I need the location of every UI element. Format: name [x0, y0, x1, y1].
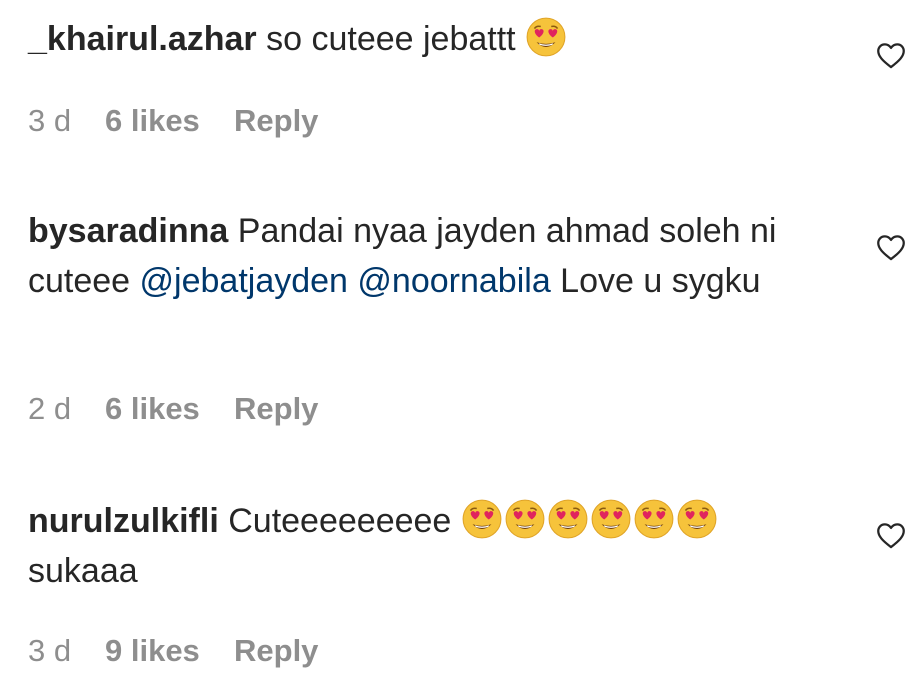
heart-eyes-emoji-icon: [547, 498, 589, 540]
comment-username[interactable]: nurulzulkifli: [28, 502, 219, 540]
comment-item: nurulzulkifli Cuteeeeeeeee sukaaa 3 d 9 …: [28, 496, 905, 668]
mention-link[interactable]: @jebatjayden: [140, 262, 348, 300]
comment-likes-count[interactable]: 6 likes: [105, 391, 234, 427]
heart-eyes-emoji-icon: [461, 498, 503, 540]
comment-age: 3 d: [28, 633, 72, 668]
comment-meta: 2 d 6 likes Reply: [28, 384, 318, 434]
comment-item: bysaradinna Pandai nyaa jayden ahmad sol…: [28, 206, 905, 426]
comment-body-tail: sukaaa: [28, 552, 138, 590]
emoji-group: [451, 499, 718, 540]
comment-text: bysaradinna Pandai nyaa jayden ahmad sol…: [28, 206, 788, 306]
emoji-group: [516, 17, 568, 58]
comment-age: 3 d: [28, 103, 72, 138]
comments-list: _khairul.azhar so cuteee jebattt 3 d 6 l…: [0, 0, 914, 684]
comment-age: 2 d: [28, 391, 72, 426]
comment-likes-count[interactable]: 6 likes: [105, 103, 234, 139]
comment-body: Cuteeeeeeeee: [228, 502, 452, 540]
heart-eyes-emoji-icon: [676, 498, 718, 540]
comment-username[interactable]: bysaradinna: [28, 212, 228, 250]
heart-eyes-emoji-icon: [525, 16, 567, 58]
comment-username[interactable]: _khairul.azhar: [28, 20, 257, 58]
reply-button[interactable]: Reply: [234, 633, 318, 669]
like-heart-icon[interactable]: [874, 518, 908, 552]
comment-body: so cuteee jebattt: [266, 20, 516, 58]
reply-button[interactable]: Reply: [234, 103, 318, 139]
heart-eyes-emoji-icon: [590, 498, 632, 540]
comment-text: nurulzulkifli Cuteeeeeeeee sukaaa: [28, 496, 788, 596]
comment-body-tail: Love u sygku: [550, 262, 761, 300]
comment-likes-count[interactable]: 9 likes: [105, 633, 234, 669]
like-heart-icon[interactable]: [874, 38, 908, 72]
like-heart-icon[interactable]: [874, 230, 908, 264]
comment-item: _khairul.azhar so cuteee jebattt 3 d 6 l…: [28, 14, 905, 138]
heart-eyes-emoji-icon: [504, 498, 546, 540]
comment-meta: 3 d 6 likes Reply: [28, 96, 318, 146]
comment-meta: 3 d 9 likes Reply: [28, 626, 318, 676]
reply-button[interactable]: Reply: [234, 391, 318, 427]
heart-eyes-emoji-icon: [633, 498, 675, 540]
mention-link[interactable]: @noornabila: [357, 262, 550, 300]
comment-text: _khairul.azhar so cuteee jebattt: [28, 14, 788, 64]
comment-body-space: [348, 262, 357, 300]
